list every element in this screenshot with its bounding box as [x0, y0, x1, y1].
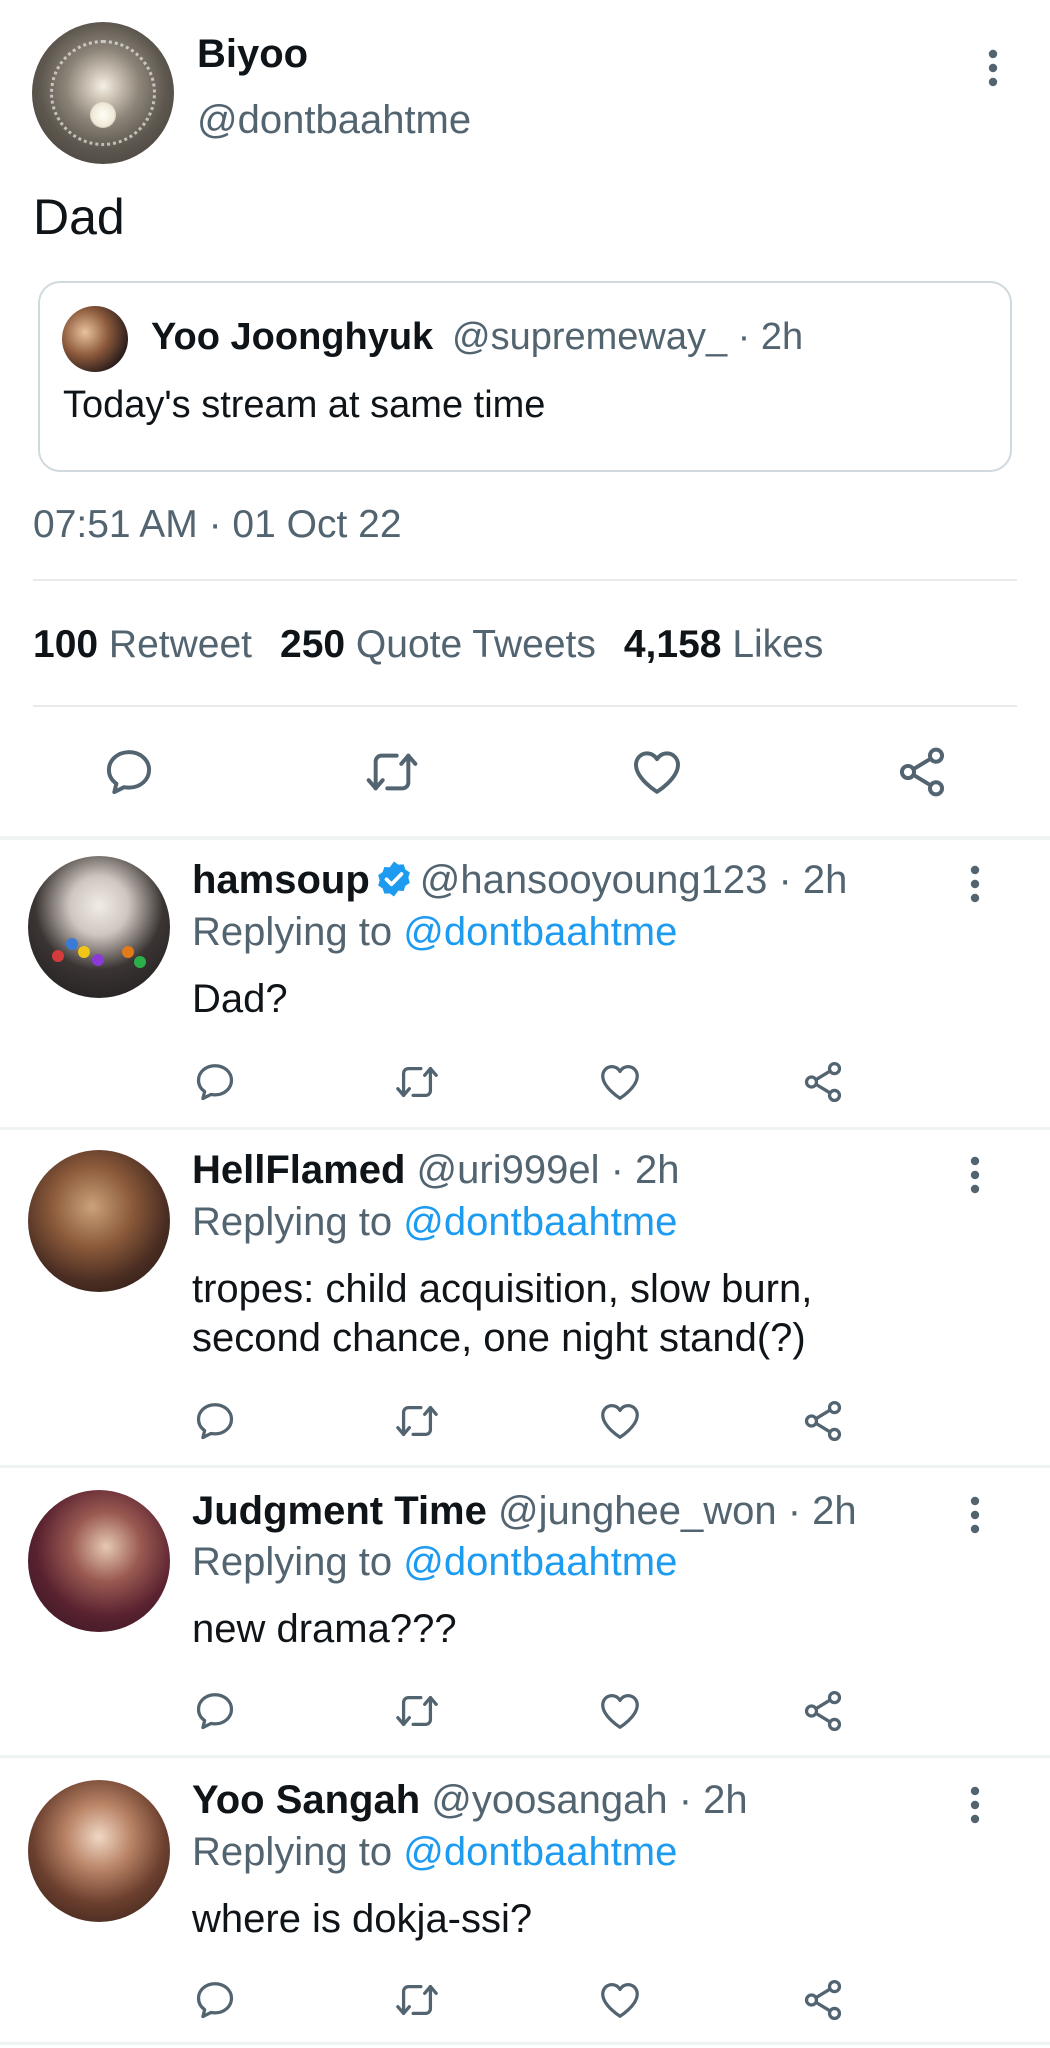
replying-to-prefix: Replying to [192, 910, 393, 954]
reply-icon[interactable] [192, 1398, 238, 1444]
more-options-icon[interactable] [960, 1493, 990, 1537]
quotes-count: 250 [280, 623, 346, 666]
like-icon[interactable] [597, 1688, 643, 1734]
reply-author-name[interactable]: HellFlamed [192, 1148, 405, 1192]
avatar-ring-decoration [50, 40, 156, 146]
likes-label: Likes [732, 623, 824, 666]
replying-to-prefix: Replying to [192, 1540, 393, 1584]
reply-text: Dad? [192, 975, 288, 1024]
retweets-stat[interactable]: 100 Retweet [33, 623, 252, 667]
replying-to-line: Replying to @dontbaahtme [192, 1200, 677, 1245]
reply-author-meta: @hansooyoung123 · 2h [419, 858, 848, 902]
reply-author-name[interactable]: hamsoup [192, 858, 370, 902]
retweet-icon[interactable] [394, 1977, 440, 2023]
reply-header: Judgment Time @junghee_won · 2h [192, 1489, 857, 1534]
reply-avatar[interactable] [28, 1490, 170, 1632]
reply-icon[interactable] [192, 1688, 238, 1734]
reply-text-line: Dad? [192, 977, 288, 1021]
share-icon[interactable] [800, 1059, 846, 1105]
reply-text: new drama??? [192, 1605, 457, 1654]
reply-avatar[interactable] [28, 1150, 170, 1292]
tweet-timestamp[interactable]: 07:51 AM · 01 Oct 22 [33, 503, 402, 547]
share-icon[interactable] [800, 1688, 846, 1734]
tweet-text: Dad [33, 189, 125, 245]
reply-text-line: second chance, one night stand(?) [192, 1316, 806, 1360]
like-icon[interactable] [629, 744, 685, 800]
verified-badge-icon [374, 859, 414, 899]
tweet-stats: 100 Retweet 250 Quote Tweets 4,158 Likes [33, 623, 851, 667]
retweet-icon[interactable] [364, 744, 420, 800]
like-icon[interactable] [597, 1059, 643, 1105]
replying-to-mention[interactable]: @dontbaahtme [403, 1540, 677, 1584]
quoted-author-meta: @supremeway_ · 2h [452, 316, 804, 358]
reply-icon[interactable] [192, 1977, 238, 2023]
reply-text-line: tropes: child acquisition, slow burn, [192, 1267, 813, 1311]
quotes-stat[interactable]: 250 Quote Tweets [280, 623, 596, 667]
reply-author-meta: @uri999el · 2h [416, 1148, 680, 1192]
more-options-icon[interactable] [960, 1783, 990, 1827]
more-options-icon[interactable] [960, 1153, 990, 1197]
share-icon[interactable] [800, 1398, 846, 1444]
reply-divider [0, 1755, 1050, 1758]
replying-to-line: Replying to @dontbaahtme [192, 1830, 677, 1875]
reply-author-name[interactable]: Judgment Time [192, 1489, 487, 1533]
reply-author-name[interactable]: Yoo Sangah [192, 1778, 420, 1822]
retweets-label: Retweet [108, 623, 252, 666]
section-divider [0, 836, 1050, 840]
quotes-label: Quote Tweets [355, 623, 596, 666]
reply-avatar[interactable] [28, 1780, 170, 1922]
reply-avatar[interactable] [28, 856, 170, 998]
share-icon[interactable] [800, 1977, 846, 2023]
reply-divider [0, 1127, 1050, 1130]
retweet-icon[interactable] [394, 1688, 440, 1734]
author-name[interactable]: Biyoo [197, 32, 308, 77]
quoted-tweet-text: Today's stream at same time [63, 384, 546, 426]
replying-to-mention[interactable]: @dontbaahtme [403, 1200, 677, 1244]
likes-stat[interactable]: 4,158 Likes [624, 623, 824, 667]
reply-text-line: where is dokja-ssi? [192, 1897, 533, 1941]
more-options-icon[interactable] [978, 46, 1008, 90]
quoted-tweet-card[interactable] [38, 281, 1012, 472]
reply-author-meta: @yoosangah · 2h [431, 1778, 748, 1822]
reply-header: HellFlamed @uri999el · 2h [192, 1148, 680, 1193]
reply-icon[interactable] [101, 744, 157, 800]
replying-to-prefix: Replying to [192, 1830, 393, 1874]
like-icon[interactable] [597, 1977, 643, 2023]
author-avatar[interactable] [32, 22, 174, 164]
likes-count: 4,158 [623, 623, 722, 666]
replying-to-line: Replying to @dontbaahtme [192, 910, 677, 955]
replying-to-mention[interactable]: @dontbaahtme [403, 1830, 677, 1874]
reply-header: Yoo Sangah @yoosangah · 2h [192, 1778, 748, 1823]
replying-to-mention[interactable]: @dontbaahtme [403, 910, 677, 954]
reply-divider [0, 1465, 1050, 1468]
share-icon[interactable] [894, 744, 950, 800]
more-options-icon[interactable] [960, 862, 990, 906]
author-handle[interactable]: @dontbaahtme [197, 98, 471, 143]
avatar-light-decoration [90, 102, 116, 128]
reply-author-meta: @junghee_won · 2h [498, 1489, 857, 1533]
retweet-icon[interactable] [394, 1398, 440, 1444]
reply-text-line: new drama??? [192, 1607, 457, 1651]
reply-divider [0, 2042, 1050, 2045]
replying-to-prefix: Replying to [192, 1200, 393, 1244]
reply-text: where is dokja-ssi? [192, 1895, 532, 1944]
retweets-count: 100 [33, 623, 99, 666]
quoted-author-avatar [62, 306, 128, 372]
avatar-gems-decoration [52, 938, 146, 968]
divider [33, 579, 1017, 581]
reply-header: hamsoup @hansooyoung123 · 2h [192, 858, 847, 903]
replying-to-line: Replying to @dontbaahtme [192, 1540, 677, 1585]
retweet-icon[interactable] [394, 1059, 440, 1105]
reply-icon[interactable] [192, 1059, 238, 1105]
reply-text: tropes: child acquisition, slow burn, se… [192, 1265, 812, 1363]
quoted-author-name: Yoo Joonghyuk [151, 316, 434, 358]
like-icon[interactable] [597, 1398, 643, 1444]
divider [33, 705, 1017, 707]
